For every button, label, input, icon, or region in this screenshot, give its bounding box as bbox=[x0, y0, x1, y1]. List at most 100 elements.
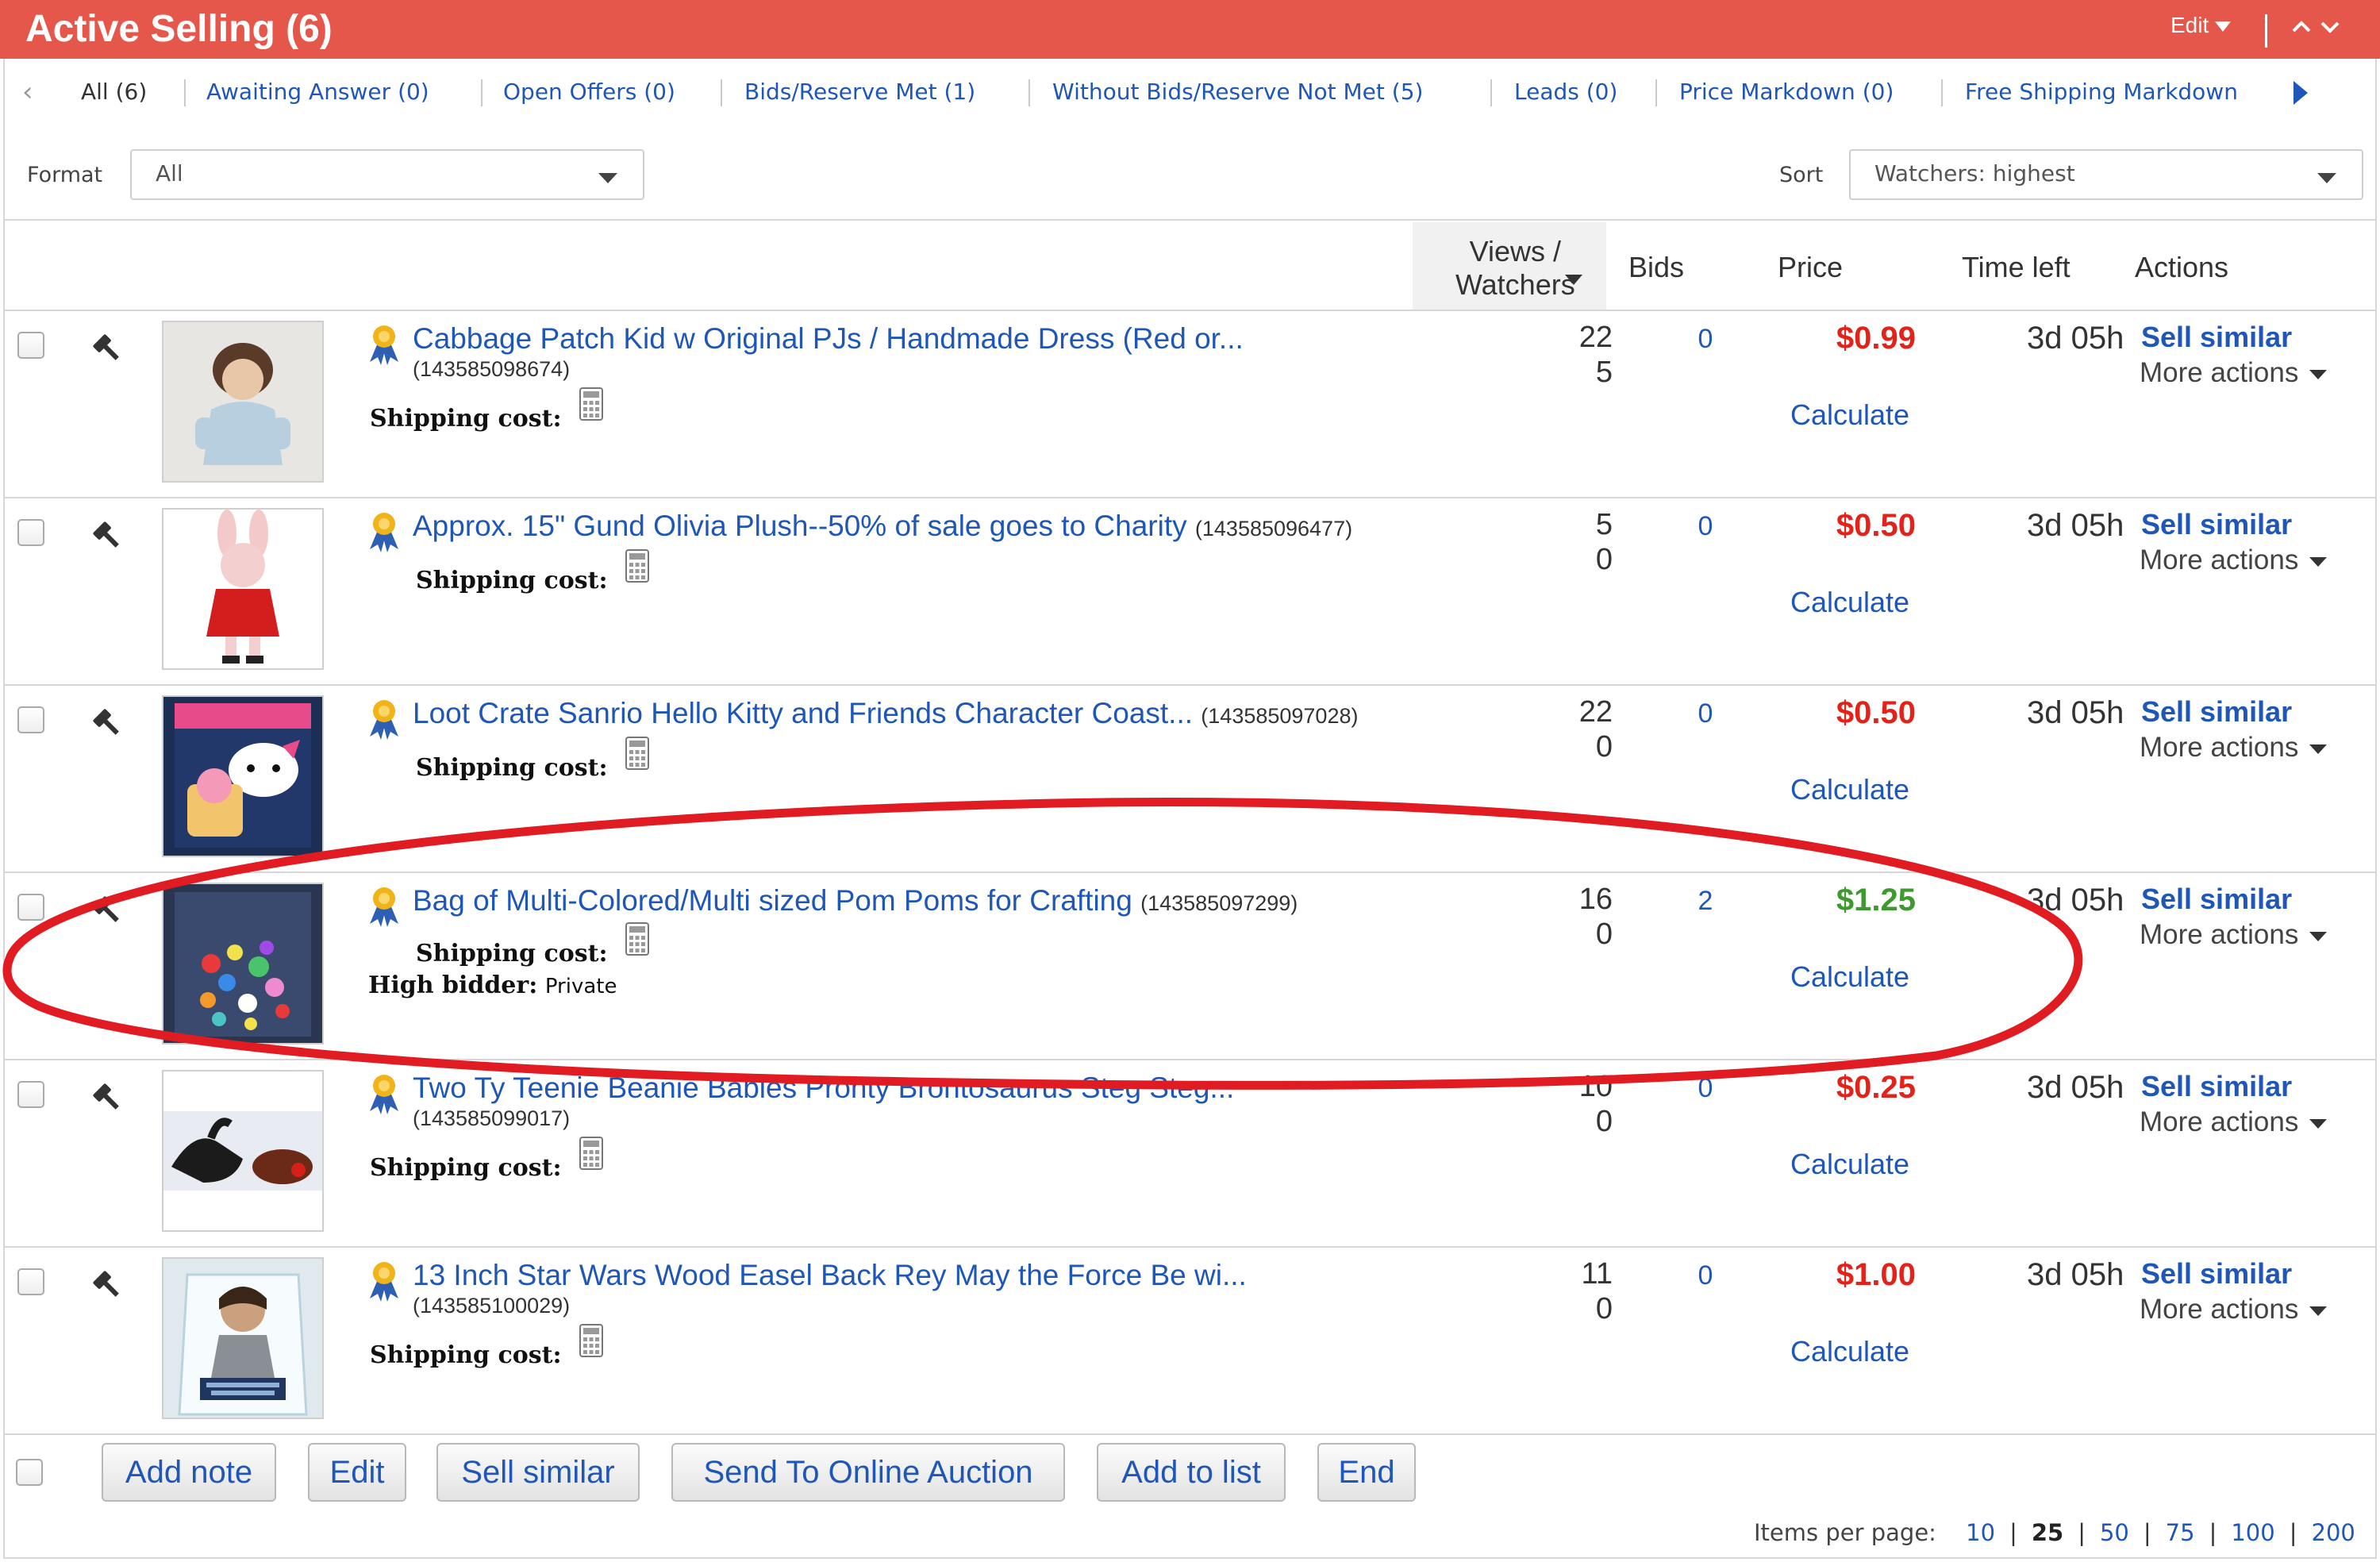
watchers-count: 0 bbox=[1595, 730, 1613, 764]
row-checkbox[interactable] bbox=[17, 1081, 44, 1108]
header-divider bbox=[2265, 14, 2267, 48]
table-row: Cabbage Patch Kid w Original PJs / Handm… bbox=[3, 311, 2377, 498]
item-title-link[interactable]: Approx. 15" Gund Olivia Plush--50% of sa… bbox=[413, 510, 1352, 543]
more-actions-dropdown[interactable]: More actions bbox=[2140, 544, 2328, 576]
table-row: Two Ty Teenie Beanie Babies Pronty Bront… bbox=[3, 1060, 2377, 1248]
chevron-down-icon[interactable] bbox=[2319, 16, 2341, 38]
item-thumbnail[interactable] bbox=[162, 1070, 324, 1232]
tab-open-offers[interactable]: Open Offers (0) bbox=[503, 70, 675, 114]
more-actions-label: More actions bbox=[2140, 919, 2299, 950]
tab-price-markdown[interactable]: Price Markdown (0) bbox=[1679, 70, 1894, 114]
add-note-button[interactable]: Add note bbox=[102, 1443, 276, 1502]
chevron-left-icon[interactable]: ‹ bbox=[22, 70, 33, 114]
item-title-link[interactable]: Bag of Multi-Colored/Multi sized Pom Pom… bbox=[413, 884, 1298, 918]
calculate-link[interactable]: Calculate bbox=[1790, 1335, 1909, 1368]
sell-similar-link[interactable]: Sell similar bbox=[2141, 883, 2292, 916]
shipping-cost-label: Shipping cost: bbox=[370, 1341, 562, 1369]
sell-similar-link[interactable]: Sell similar bbox=[2141, 1257, 2292, 1291]
bids-count[interactable]: 0 bbox=[1686, 511, 1725, 542]
tab-all[interactable]: All (6) bbox=[81, 70, 147, 114]
select-all-checkbox[interactable] bbox=[16, 1459, 43, 1486]
page-size-50[interactable]: 50 bbox=[2100, 1519, 2129, 1546]
tab-without-bids[interactable]: Without Bids/Reserve Not Met (5) bbox=[1052, 70, 1423, 114]
high-bidder-info: High bidder: Private bbox=[368, 971, 617, 999]
more-actions-dropdown[interactable]: More actions bbox=[2140, 357, 2328, 389]
item-thumbnail[interactable] bbox=[162, 321, 324, 483]
item-title-link[interactable]: Cabbage Patch Kid w Original PJs / Handm… bbox=[413, 322, 1244, 356]
item-thumbnail[interactable] bbox=[162, 508, 324, 670]
item-title-link[interactable]: Loot Crate Sanrio Hello Kitty and Friend… bbox=[413, 697, 1358, 730]
tab-bids-reserve-met[interactable]: Bids/Reserve Met (1) bbox=[744, 70, 975, 114]
item-price: $0.50 bbox=[1836, 508, 1916, 543]
edit-button[interactable]: Edit bbox=[308, 1443, 406, 1502]
calculator-icon[interactable] bbox=[579, 1324, 603, 1357]
column-time-left[interactable]: Time left bbox=[1962, 251, 2070, 284]
more-actions-dropdown[interactable]: More actions bbox=[2140, 1294, 2328, 1325]
sort-select[interactable]: Watchers: highest bbox=[1849, 149, 2363, 200]
calculate-link[interactable]: Calculate bbox=[1790, 960, 1909, 994]
calculator-icon[interactable] bbox=[579, 1137, 603, 1170]
page-size-200[interactable]: 200 bbox=[2312, 1519, 2355, 1546]
calculator-icon[interactable] bbox=[579, 387, 603, 421]
item-thumbnail[interactable] bbox=[162, 883, 324, 1045]
chevron-up-icon[interactable] bbox=[2290, 16, 2313, 38]
sort-label: Sort bbox=[1779, 163, 1824, 187]
add-to-list-button[interactable]: Add to list bbox=[1097, 1443, 1286, 1502]
item-thumbnail[interactable] bbox=[162, 1257, 324, 1419]
item-title-text: Approx. 15" Gund Olivia Plush--50% of sa… bbox=[413, 510, 1187, 542]
end-button[interactable]: End bbox=[1317, 1443, 1416, 1502]
page-size-10[interactable]: 10 bbox=[1966, 1519, 1995, 1546]
tab-awaiting-answer[interactable]: Awaiting Answer (0) bbox=[206, 70, 429, 114]
time-left: 3d 05h bbox=[2027, 883, 2124, 918]
bids-count[interactable]: 0 bbox=[1686, 698, 1725, 729]
column-bids[interactable]: Bids bbox=[1628, 251, 1684, 284]
bids-count[interactable]: 0 bbox=[1686, 1260, 1725, 1291]
item-thumbnail[interactable] bbox=[162, 695, 324, 857]
shipping-cost-label: Shipping cost: bbox=[370, 405, 562, 433]
calculator-icon[interactable] bbox=[625, 549, 649, 583]
item-price: $0.25 bbox=[1836, 1070, 1916, 1105]
caret-down-icon bbox=[2309, 931, 2328, 941]
sell-similar-link[interactable]: Sell similar bbox=[2141, 1070, 2292, 1103]
sell-similar-link[interactable]: Sell similar bbox=[2141, 695, 2292, 729]
more-actions-dropdown[interactable]: More actions bbox=[2140, 732, 2328, 764]
item-title-link[interactable]: Two Ty Teenie Beanie Babies Pronty Bront… bbox=[413, 1071, 1234, 1105]
tab-leads[interactable]: Leads (0) bbox=[1514, 70, 1617, 114]
ribbon-badge-icon bbox=[370, 1262, 398, 1302]
bids-count[interactable]: 2 bbox=[1686, 886, 1725, 917]
edit-menu-button[interactable]: Edit bbox=[2170, 10, 2232, 41]
row-checkbox[interactable] bbox=[17, 894, 44, 921]
calculate-link[interactable]: Calculate bbox=[1790, 1148, 1909, 1181]
calculator-icon[interactable] bbox=[625, 737, 649, 770]
chevron-right-icon[interactable] bbox=[2293, 81, 2308, 105]
page-size-100[interactable]: 100 bbox=[2231, 1519, 2274, 1546]
column-views-watchers[interactable]: Views / Watchers bbox=[1413, 222, 1606, 310]
column-price[interactable]: Price bbox=[1778, 251, 1843, 284]
item-id: (143585097028) bbox=[1201, 704, 1359, 728]
sell-similar-link[interactable]: Sell similar bbox=[2141, 508, 2292, 541]
row-checkbox[interactable] bbox=[17, 332, 44, 359]
more-actions-dropdown[interactable]: More actions bbox=[2140, 919, 2328, 951]
caret-down-icon bbox=[2309, 369, 2328, 379]
row-checkbox[interactable] bbox=[17, 706, 44, 733]
tab-free-shipping-markdown[interactable]: Free Shipping Markdown bbox=[1965, 70, 2238, 114]
row-checkbox[interactable] bbox=[17, 519, 44, 546]
bids-count[interactable]: 0 bbox=[1686, 324, 1725, 355]
sell-similar-button[interactable]: Sell similar bbox=[436, 1443, 640, 1502]
time-left: 3d 05h bbox=[2027, 321, 2124, 356]
calculate-link[interactable]: Calculate bbox=[1790, 586, 1909, 619]
bids-count[interactable]: 0 bbox=[1686, 1073, 1725, 1104]
format-select[interactable]: All bbox=[130, 149, 644, 200]
item-price: $1.00 bbox=[1836, 1257, 1916, 1292]
more-actions-dropdown[interactable]: More actions bbox=[2140, 1106, 2328, 1138]
page-size-75[interactable]: 75 bbox=[2166, 1519, 2195, 1546]
item-id: (143585096477) bbox=[1194, 517, 1353, 541]
row-checkbox[interactable] bbox=[17, 1268, 44, 1295]
calculate-link[interactable]: Calculate bbox=[1790, 773, 1909, 806]
sell-similar-link[interactable]: Sell similar bbox=[2141, 321, 2292, 354]
calculator-icon[interactable] bbox=[625, 922, 649, 956]
item-title-link[interactable]: 13 Inch Star Wars Wood Easel Back Rey Ma… bbox=[413, 1259, 1247, 1292]
active-selling-page: Active Selling (6) Edit ‹ All (6) Awaiti… bbox=[0, 0, 2380, 1562]
send-to-online-auction-button[interactable]: Send To Online Auction bbox=[671, 1443, 1065, 1502]
calculate-link[interactable]: Calculate bbox=[1790, 398, 1909, 432]
